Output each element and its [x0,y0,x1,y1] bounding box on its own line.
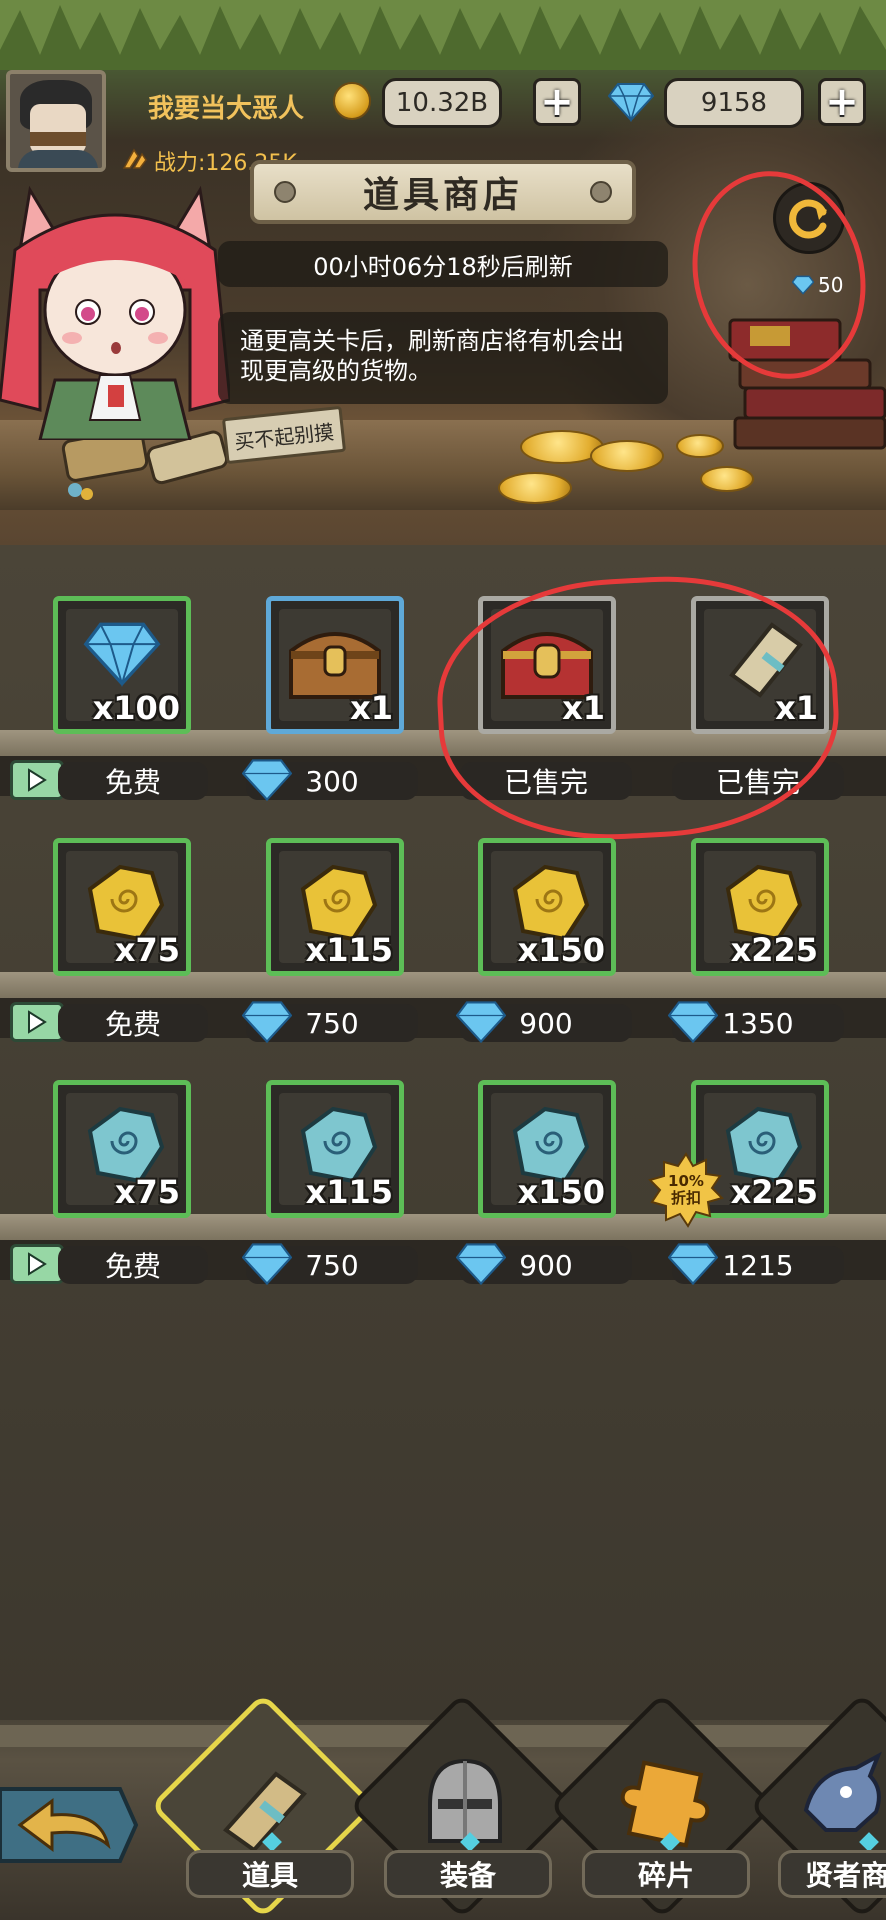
discount-label: 折扣 [670,1189,701,1207]
player-avatar[interactable] [6,70,106,172]
grass-decoration [0,0,886,70]
gem-icon [456,1001,506,1044]
nav-label-sage-shop[interactable]: 贤者商 [778,1850,886,1898]
watch-ad-button[interactable] [10,1244,64,1284]
item-quantity: x1 [562,689,605,727]
shop-item[interactable]: x75 [53,1080,191,1218]
back-button[interactable] [0,1783,140,1867]
price-value: 900 [519,1006,573,1040]
gem-icon [242,759,292,802]
refresh-timer: 00小时06分18秒后刷新 [218,241,668,287]
gold-amount: 10.32B [382,78,502,128]
price-button[interactable]: 900 [456,1001,632,1044]
price-label: 免费 [58,762,208,800]
gold-coin-icon [333,82,371,120]
shop-item[interactable]: x150 [478,1080,616,1218]
item-quantity: x1 [350,689,393,727]
shop-tip: 通更高关卡后，刷新商店将有机会出现更高级的货物。 [218,312,668,404]
screw-icon [274,181,296,203]
power-icon [122,148,147,169]
nav-label-items[interactable]: 道具 [186,1850,354,1898]
price-value: 1215 [722,1248,794,1282]
shop-title-text: 道具商店 [362,175,523,216]
item-quantity: x225 [730,931,818,969]
price-value: 300 [305,764,359,798]
item-quantity: x150 [517,1173,605,1211]
item-quantity: x150 [517,931,605,969]
nav-label-equipment[interactable]: 装备 [384,1850,552,1898]
coin-decoration [676,434,724,458]
price-label: 免费 [58,1246,208,1284]
shop-title: 道具商店 [250,160,636,224]
shop-item[interactable]: x100 [53,596,191,734]
gem-icon [242,1001,292,1044]
shop-item[interactable]: x75 [53,838,191,976]
item-quantity: x100 [92,689,180,727]
item-quantity: x225 [730,1173,818,1211]
item-quantity: x75 [114,931,180,969]
price-value: 1350 [722,1006,794,1040]
gem-icon [668,1001,718,1044]
player-name: 我要当大恶人 [148,94,305,124]
price-button[interactable]: 900 [456,1243,632,1286]
watch-ad-button[interactable] [10,1002,64,1042]
gem-icon [668,1243,718,1286]
discount-percent: 10% [668,1172,704,1190]
shop-item[interactable]: x150 [478,838,616,976]
add-gold-button[interactable]: + [533,78,581,126]
shop-item[interactable]: x115 [266,1080,404,1218]
coin-decoration [590,440,664,472]
price-value: 750 [305,1006,359,1040]
price-value: 900 [519,1248,573,1282]
item-quantity: x115 [305,1173,393,1211]
watch-ad-button[interactable] [10,760,64,800]
gem-icon [242,1243,292,1286]
item-quantity: x115 [305,931,393,969]
item-quantity: x1 [775,689,818,727]
shop-item[interactable]: x1 [266,596,404,734]
shop-item[interactable]: x225 [691,838,829,976]
price-button[interactable]: 750 [242,1001,418,1044]
price-button[interactable]: 300 [242,759,418,802]
play-icon [28,768,47,792]
price-value: 750 [305,1248,359,1282]
add-gem-button[interactable]: + [818,78,866,126]
price-label: 免费 [58,1004,208,1042]
price-button[interactable]: 1215 [668,1243,844,1286]
play-icon [28,1252,47,1276]
gem-icon [608,83,654,122]
play-icon [28,1010,47,1034]
shopkeeper-girl-icon [0,185,230,440]
shop-item[interactable]: x115 [266,838,404,976]
price-button[interactable]: 1350 [668,1001,844,1044]
diamond-icon [83,622,161,687]
screw-icon [590,181,612,203]
gem-amount: 9158 [664,78,804,128]
item-quantity: x75 [114,1173,180,1211]
gem-icon [456,1243,506,1286]
coin-decoration [498,472,572,504]
nav-label-fragments[interactable]: 碎片 [582,1850,750,1898]
discount-badge: 10% 折扣 [648,1152,724,1228]
price-button[interactable]: 750 [242,1243,418,1286]
